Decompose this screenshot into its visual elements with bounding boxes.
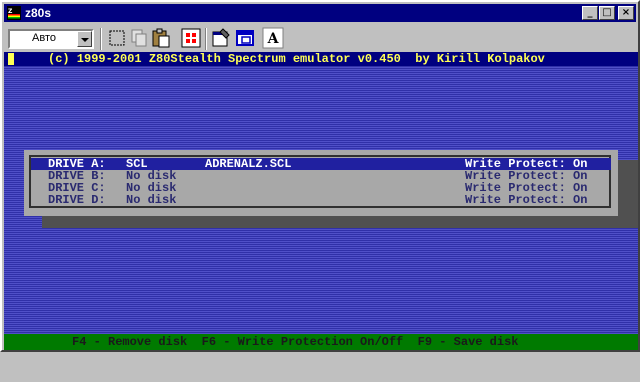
font-select-value: Авто: [32, 32, 56, 44]
properties-icon: [212, 28, 230, 47]
drive-row-d[interactable]: DRIVE D: No disk Write Protect: On: [31, 194, 611, 206]
svg-text:A: A: [267, 31, 280, 47]
background-button[interactable]: [234, 27, 256, 49]
font-button[interactable]: A: [262, 27, 284, 49]
zx-spectrum-icon: Z: [7, 6, 21, 20]
font-select[interactable]: Авто: [8, 29, 94, 49]
copyright-banner: (c) 1999-2001 Z80Stealth Spectrum emulat…: [4, 52, 638, 66]
text-cursor: [8, 53, 14, 65]
emulator-screen[interactable]: (c) 1999-2001 Z80Stealth Spectrum emulat…: [4, 52, 638, 350]
svg-text:Z: Z: [8, 8, 13, 15]
paste-icon: [152, 28, 170, 48]
disk-file: ADRENALZ.SCL: [205, 157, 292, 171]
select-tool-button[interactable]: [106, 27, 128, 49]
disk-type: No disk: [126, 193, 177, 207]
minimize-button[interactable]: _: [582, 6, 598, 20]
background-icon: [236, 30, 254, 46]
close-button[interactable]: ×: [618, 6, 634, 20]
function-key-bar: F4 - Remove disk F6 - Write Protection O…: [4, 334, 638, 350]
fullscreen-icon: [181, 28, 201, 48]
drive-name: DRIVE D:: [48, 193, 106, 207]
fullscreen-button[interactable]: [180, 27, 202, 49]
toolbar: Авто A: [4, 24, 636, 52]
emulator-window: Z z80s _ □ × Авто A (c) 1999-2001 Z80Ste…: [0, 0, 640, 352]
toolbar-separator: [100, 28, 102, 50]
copy-icon: [131, 29, 147, 47]
write-protect-status: Write Protect: On: [465, 193, 588, 207]
properties-button[interactable]: [210, 27, 232, 49]
title-bar[interactable]: Z z80s _ □ ×: [4, 4, 636, 22]
select-tool-icon: [109, 30, 125, 46]
maximize-button[interactable]: □: [599, 6, 615, 20]
chevron-down-icon[interactable]: [77, 31, 92, 47]
font-icon: A: [262, 27, 284, 49]
paste-button[interactable]: [150, 27, 172, 49]
copy-button[interactable]: [128, 27, 150, 49]
drive-panel: DRIVE A: SCL ADRENALZ.SCL Write Protect:…: [24, 150, 618, 216]
window-title: z80s: [25, 6, 52, 20]
function-key-hints: F4 - Remove disk F6 - Write Protection O…: [72, 335, 519, 349]
toolbar-separator: [205, 28, 207, 50]
banner-text: (c) 1999-2001 Z80Stealth Spectrum emulat…: [48, 52, 545, 66]
